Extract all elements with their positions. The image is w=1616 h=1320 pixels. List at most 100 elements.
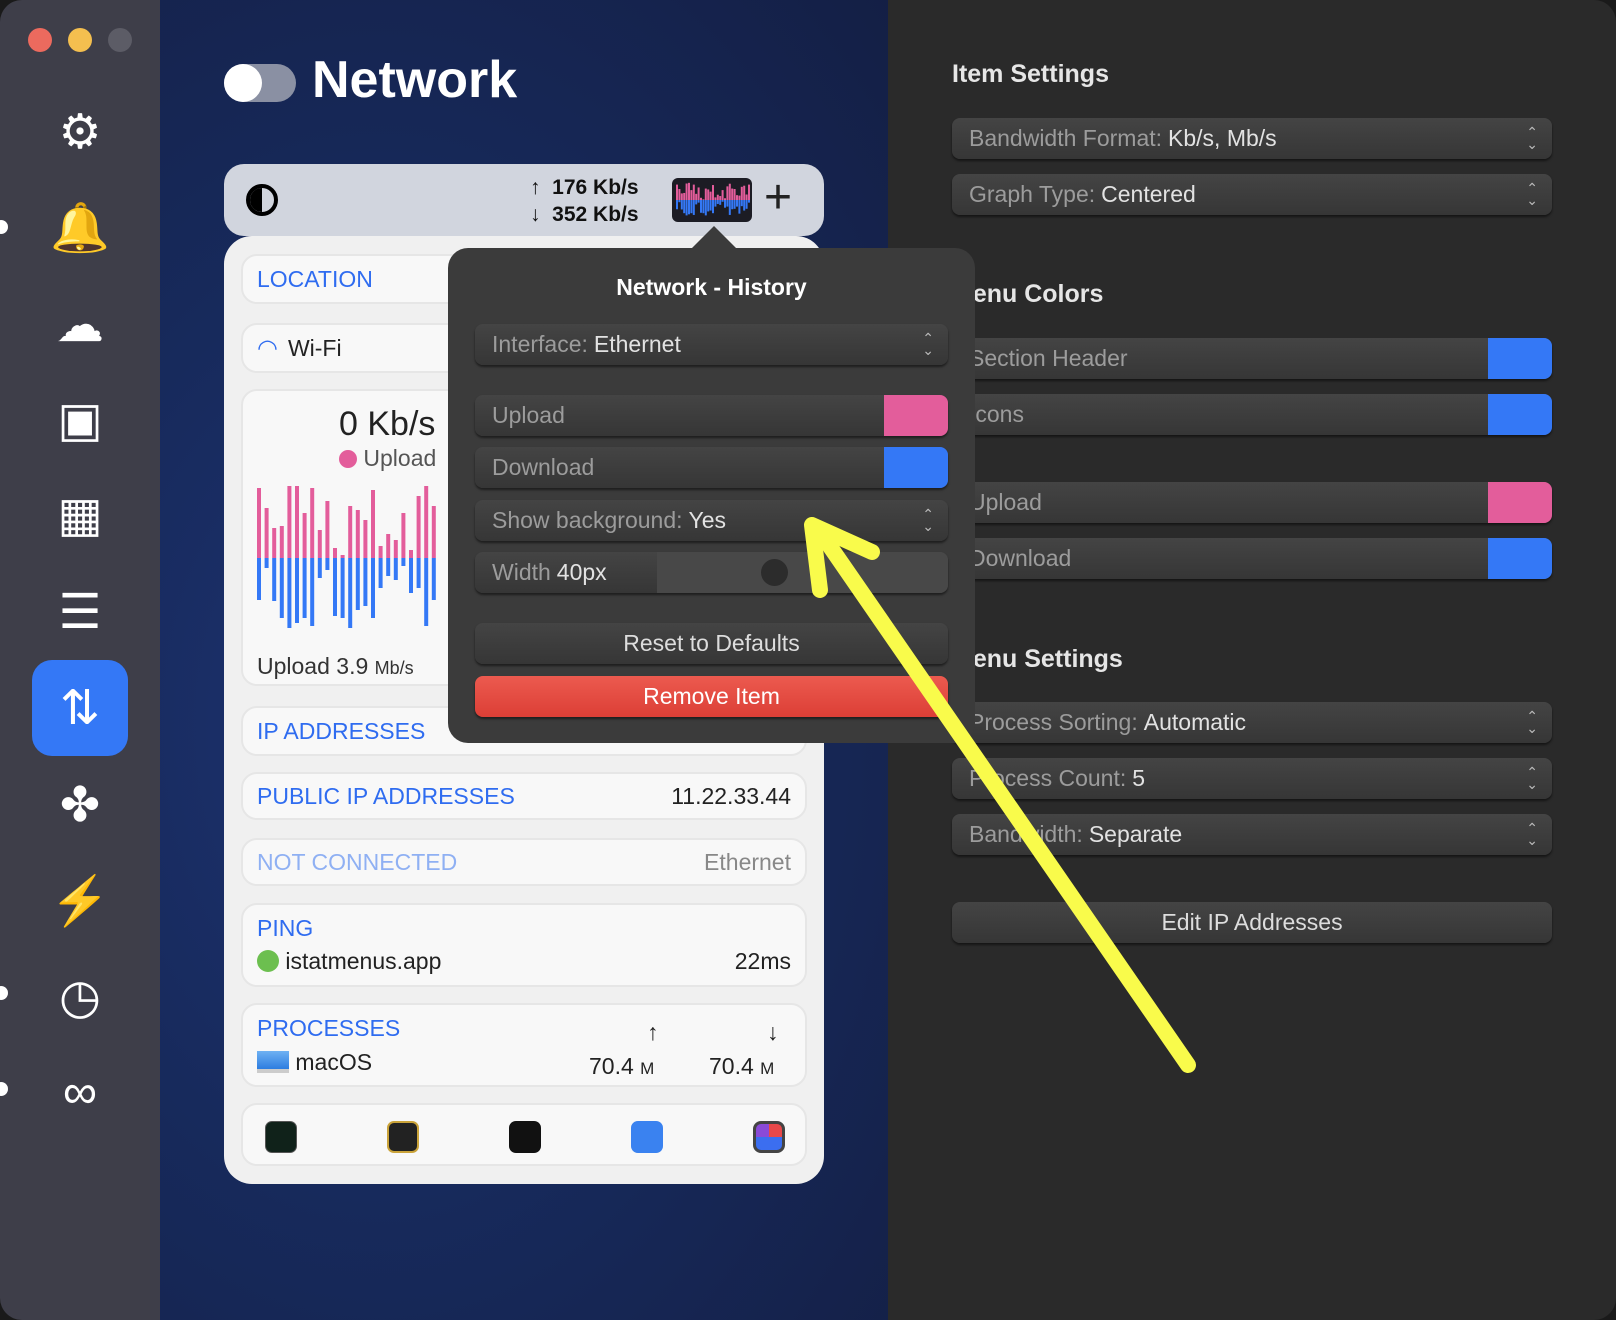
upload-swatch[interactable] [1488,482,1552,523]
time-icon[interactable]: ◷ [48,965,112,1029]
download-bar [712,200,714,214]
indicator-dot [0,220,8,234]
upload-color-row[interactable]: Upload [475,395,948,436]
bell-icon[interactable]: 🔔 [48,195,112,259]
terminal-icon[interactable] [509,1121,541,1153]
upload-bar [401,513,406,558]
upload-column-icon: ↑ [647,1019,659,1045]
show-background-select[interactable]: Show background: Yes ⌃ ⌄ [475,500,948,541]
process-item: macOS [257,1049,372,1076]
download-swatch[interactable] [1488,538,1552,579]
battery-power-icon[interactable]: ⚡ [48,868,112,932]
download-bar [688,200,690,215]
zoom-button[interactable] [108,28,132,52]
upload-bar [264,508,269,558]
gear-icon[interactable]: ⚙ [48,100,112,164]
app-shortcuts-row [241,1103,807,1166]
edit-ip-addresses-button[interactable]: Edit IP Addresses [952,902,1552,943]
download-bar [325,558,330,570]
network-utility-icon[interactable] [631,1121,663,1153]
upload-bar [736,195,738,200]
bandwidth-format-select[interactable]: Bandwidth Format: Kb/s, Mb/s ⌃ ⌄ [952,118,1552,159]
upload-bar [733,189,736,200]
menubar-graph-item[interactable] [672,178,752,222]
reset-defaults-button[interactable]: Reset to Defaults [475,623,948,664]
theme-icon[interactable] [246,184,278,216]
upload-bar [378,546,383,558]
up-arrow-icon: ↑ [530,176,541,199]
history-popover: Network - History Interface: Ethernet ⌃ ⌄ U… [448,248,975,743]
chevron-updown-icon: ⌃ ⌄ [1526,124,1538,152]
upload-legend-dot [339,450,357,468]
page-title: Network [312,51,518,109]
upload-bar [310,488,315,558]
process-count-select[interactable]: Process Count: 5 ⌃ ⌄ [952,758,1552,799]
download-color-swatch[interactable] [884,447,948,488]
popover-title: Network - History [616,274,807,300]
download-bar [378,558,383,588]
upload-bar [295,486,299,558]
disks-icon[interactable]: ☰ [48,580,112,644]
icons-swatch[interactable] [1488,394,1552,435]
macos-icon [257,1051,289,1073]
chevron-updown-icon: ⌃ ⌄ [1526,820,1538,848]
download-bar [714,200,717,207]
istat-menus-icon[interactable] [753,1121,785,1153]
network-icon[interactable]: ⇅ [48,676,112,740]
icons-color-row[interactable]: Icons [952,394,1552,435]
upload-bar [348,506,353,558]
download-bar [348,558,353,628]
chevron-updown-icon: ⌃ ⌄ [922,330,934,358]
upload-bar [692,184,695,200]
download-bar [736,200,738,207]
item-settings-heading: Item Settings [952,60,1109,88]
fan-icon[interactable]: ✤ [48,773,112,837]
minimize-button[interactable] [68,28,92,52]
width-slider[interactable] [657,552,948,593]
slider-knob[interactable] [761,559,788,586]
upload-bar [745,194,748,200]
memory-icon[interactable]: ▦ [48,483,112,547]
bandwidth-select[interactable]: Bandwidth: Separate ⌃ ⌄ [952,814,1552,855]
down-arrow-icon: ↓ [530,203,541,226]
chevron-updown-icon: ⌃ ⌄ [1526,180,1538,208]
download-color-row[interactable]: Download [952,538,1552,579]
enable-toggle[interactable] [224,64,296,102]
section-header-swatch[interactable] [1488,338,1552,379]
interface-select[interactable]: Interface: Ethernet ⌃ ⌄ [475,324,948,365]
ping-row[interactable]: PING istatmenus.app 22ms [241,903,807,987]
console-icon[interactable] [387,1121,419,1153]
width-slider-row[interactable]: Width 40px [475,552,948,593]
upload-color-row[interactable]: Upload [952,482,1552,523]
upload-bar [678,189,681,200]
download-bar [728,200,731,215]
upload-bar [700,197,702,200]
remove-item-button[interactable]: Remove Item [475,676,948,717]
upload-bar [386,534,391,558]
process-sorting-select[interactable]: Process Sorting: Automatic ⌃ ⌄ [952,702,1552,743]
app-window: ⚙ 🔔 ☁ ▣ ▦ ☰ ⇅ ✤ ⚡ ◷ ∞ Network ↑ 176 Kb/s ↓ 352 Kb/… [0,0,1616,1320]
download-bar [733,200,736,209]
graph-type-select[interactable]: Graph Type: Centered ⌃ ⌄ [952,174,1552,215]
activity-monitor-icon[interactable] [265,1121,297,1153]
download-color-row[interactable]: Download [475,447,948,488]
wifi-icon: ◠ [257,334,278,362]
not-connected-row[interactable]: NOT CONNECTED Ethernet [241,838,807,886]
weather-icon[interactable]: ☁ [48,293,112,357]
chevron-updown-icon: ⌃ ⌄ [922,506,934,534]
settings-pane: Item Settings Bandwidth Format: Kb/s, Mb/… [888,0,1616,1320]
upload-color-swatch[interactable] [884,395,948,436]
processes-row[interactable]: PROCESSES ↑ ↓ macOS 70.4 M 70.4 M [241,1003,807,1087]
cpu-icon[interactable]: ▣ [48,388,112,452]
upload-bar [393,540,398,558]
add-item-button[interactable]: + [764,170,792,225]
close-button[interactable] [28,28,52,52]
combined-icon[interactable]: ∞ [48,1060,112,1124]
upload-bar [716,194,719,200]
public-ip-row[interactable]: PUBLIC IP ADDRESSES 11.22.33.44 [241,772,807,820]
upload-bar [728,183,731,200]
download-bar [393,558,398,580]
section-header-color-row[interactable]: Section Header [952,338,1552,379]
download-bar [740,200,743,207]
chevron-updown-icon: ⌃ ⌄ [1526,708,1538,736]
